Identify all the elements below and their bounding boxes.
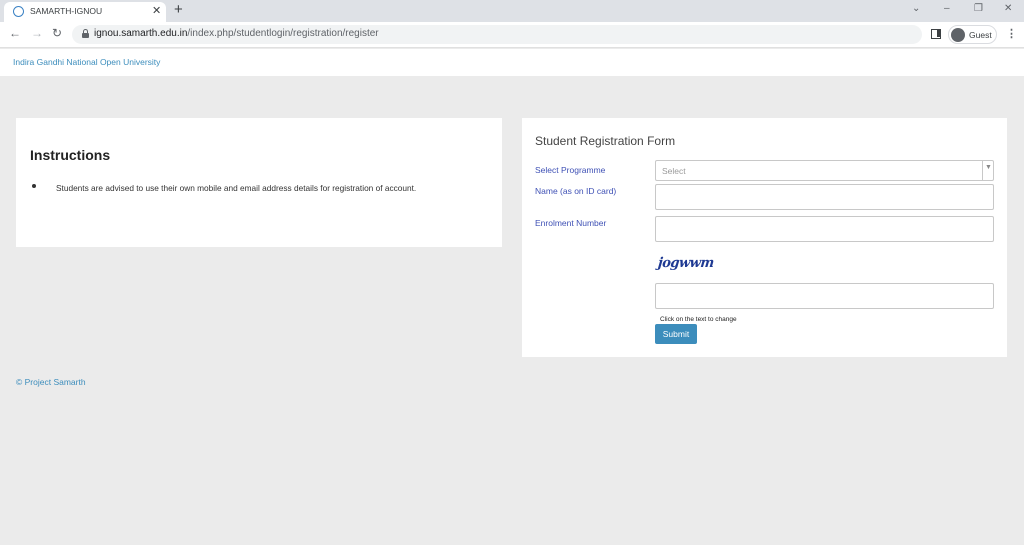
url-path: /index.php/studentlogin/registration/reg… <box>187 28 379 39</box>
registration-form-panel: Student Registration Form Select Program… <box>522 118 1007 357</box>
tab-search-chevron-icon[interactable]: ⌄ <box>912 3 920 14</box>
avatar-icon <box>951 28 965 42</box>
chevron-down-icon: ▼ <box>985 164 992 171</box>
address-bar[interactable]: ignou.samarth.edu.in/index.php/studentlo… <box>72 25 922 44</box>
footer-link[interactable]: © Project Samarth <box>16 377 86 387</box>
instructions-panel: Instructions Students are advised to use… <box>16 118 502 247</box>
name-label: Name (as on ID card) <box>535 186 617 196</box>
close-window-icon[interactable]: ✕ <box>1004 3 1012 14</box>
dropdown-toggle[interactable]: ▼ <box>982 161 993 180</box>
restore-icon[interactable]: ❐ <box>974 3 983 14</box>
captcha-hint: Click on the text to change <box>660 316 737 323</box>
enrolment-input[interactable] <box>655 216 994 242</box>
profile-button[interactable]: Guest <box>948 25 997 44</box>
bullet-icon <box>32 184 36 188</box>
submit-button[interactable]: Submit <box>655 324 697 344</box>
brand-link[interactable]: Indira Gandhi National Open University <box>13 57 160 67</box>
browser-tab-strip: SAMARTH-IGNOU ✕ + ⌄ – ❐ ✕ <box>0 0 1024 22</box>
name-input[interactable] <box>655 184 994 210</box>
site-favicon-icon <box>13 6 24 17</box>
captcha-input[interactable] <box>655 283 994 309</box>
captcha-image[interactable]: jogwwm <box>657 256 714 272</box>
side-panel-icon[interactable] <box>931 29 941 39</box>
programme-label: Select Programme <box>535 165 606 175</box>
minimize-icon[interactable]: – <box>944 3 950 14</box>
programme-placeholder: Select <box>662 166 686 176</box>
browser-toolbar: ← → ↻ ignou.samarth.edu.in/index.php/stu… <box>0 22 1024 48</box>
reload-icon[interactable]: ↻ <box>52 26 62 40</box>
forward-icon[interactable]: → <box>31 26 43 40</box>
browser-tab[interactable]: SAMARTH-IGNOU ✕ <box>4 2 166 22</box>
lock-icon[interactable] <box>82 29 89 38</box>
profile-label: Guest <box>969 30 992 40</box>
new-tab-button[interactable]: + <box>174 1 183 18</box>
instruction-item: Students are advised to use their own mo… <box>56 183 417 193</box>
tab-close-icon[interactable]: ✕ <box>152 4 161 17</box>
url-text[interactable]: ignou.samarth.edu.in/index.php/studentlo… <box>94 28 379 39</box>
menu-icon[interactable]: ⋮ <box>1006 27 1017 40</box>
enrolment-label: Enrolment Number <box>535 218 607 228</box>
back-icon[interactable]: ← <box>9 26 21 40</box>
instructions-title: Instructions <box>30 147 111 163</box>
tab-title: SAMARTH-IGNOU <box>30 6 103 16</box>
programme-select[interactable]: Select ▼ <box>655 160 994 181</box>
site-header: Indira Gandhi National Open University <box>0 49 1024 76</box>
url-host: ignou.samarth.edu.in <box>94 28 188 39</box>
form-title: Student Registration Form <box>535 134 676 148</box>
